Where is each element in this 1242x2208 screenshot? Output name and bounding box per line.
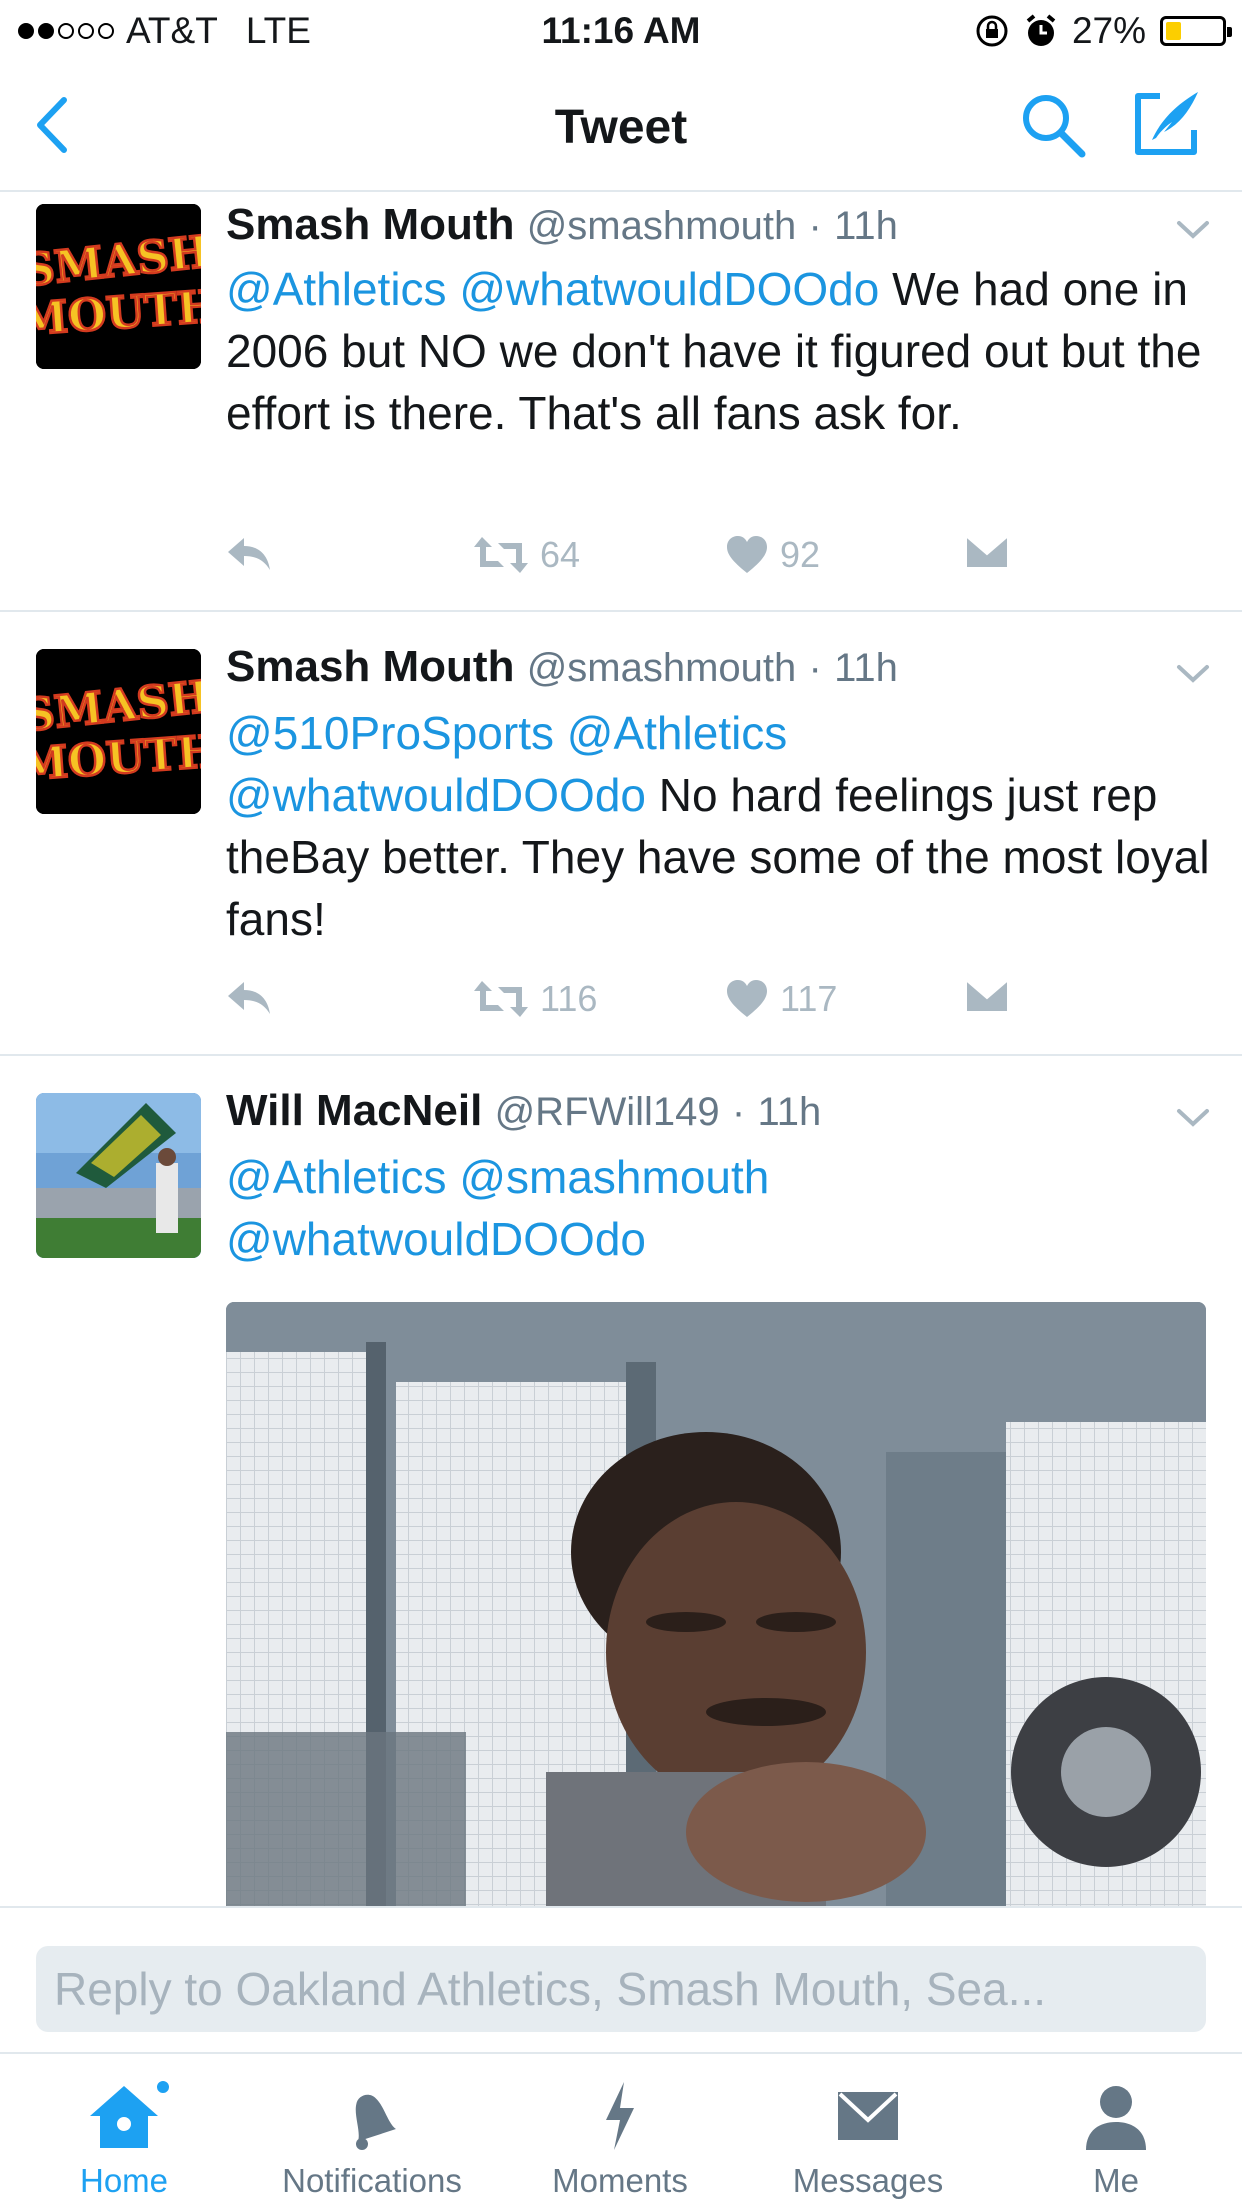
chevron-down-icon[interactable] [1175,218,1211,242]
like-button[interactable]: 92 [726,534,820,576]
battery-level [1166,22,1181,40]
status-bar-right: 27% [974,10,1232,52]
tab-moments[interactable]: Moments [496,2054,744,2208]
avatar[interactable]: SMASH MOUTH [36,204,201,369]
direct-message-button[interactable] [964,534,1010,570]
tweet-text: @Athletics @whatwouldDOOdo We had one in… [226,258,1216,444]
tab-label: Notifications [282,2162,462,2199]
tweet-media-image[interactable] [226,1302,1206,1906]
mention-link[interactable]: @smashmouth [459,1151,769,1203]
author-handle[interactable]: @smashmouth [527,646,797,690]
tab-home[interactable]: Home [0,2054,248,2208]
reply-button[interactable] [226,534,274,574]
mention-link[interactable]: @Athletics [226,263,447,315]
tweet-actions: 116 117 [226,978,1216,1028]
reply-button[interactable] [226,978,274,1018]
tweet-header: Will MacNeil @RFWill149 · 11h [226,1086,821,1136]
tab-notifications[interactable]: Notifications [248,2054,496,2208]
mention-link[interactable]: @whatwouldDOOdo [459,263,879,315]
mention-link[interactable]: @whatwouldDOOdo [226,1213,646,1265]
tab-label: Home [79,2162,169,2199]
new-content-indicator [154,2078,172,2096]
tab-me[interactable]: Me [992,2054,1240,2208]
reply-icon [228,982,270,1014]
separator: · [808,646,822,690]
retweet-count: 64 [540,534,581,575]
stadium-photo [36,1093,201,1258]
person-icon [1086,2086,1146,2150]
author-handle[interactable]: @smashmouth [527,204,797,248]
separator: · [808,204,822,248]
mention-link[interactable]: @whatwouldDOOdo [226,769,646,821]
tab-messages[interactable]: Messages [744,2054,992,2208]
avatar[interactable]: SMASH MOUTH [36,649,201,814]
author-name[interactable]: Will MacNeil [226,1086,482,1135]
tweet-text: @Athletics @smashmouth @whatwouldDOOdo [226,1146,926,1270]
heart-icon [727,980,767,1017]
tweet-actions: 64 92 [226,534,1216,584]
direct-message-button[interactable] [964,978,1010,1014]
reply-input[interactable] [36,1946,1206,2032]
chevron-down-icon[interactable] [1175,662,1211,686]
lightning-icon [606,2082,634,2150]
reply-icon [228,538,270,570]
tab-bar: Home Notifications Moments Messages Me [0,2052,1242,2208]
retweet-icon [474,981,528,1017]
tweet-header: Smash Mouth @smashmouth · 11h [226,642,898,692]
tab-label: Messages [792,2162,944,2199]
retweet-button[interactable]: 64 [472,534,580,576]
author-handle[interactable]: @RFWill149 [495,1090,720,1134]
mention-link[interactable]: @Athletics [567,707,788,759]
navigation-bar: Tweet [0,62,1242,192]
like-button[interactable]: 117 [726,978,837,1020]
home-icon [90,2086,158,2148]
compose-icon[interactable] [1130,86,1204,160]
orientation-lock-icon [976,15,1008,47]
smash-mouth-logo: SMASH MOUTH [36,649,201,814]
search-icon[interactable] [1018,90,1088,160]
author-name[interactable]: Smash Mouth [226,200,514,249]
alarm-icon [1026,14,1056,46]
status-bar: AT&T LTE 11:16 AM 27% [0,0,1242,62]
retweet-button[interactable]: 116 [472,978,597,1020]
separator: · [731,1090,746,1134]
reply-bar [0,1906,1242,2052]
bell-icon [355,2094,396,2150]
retweet-count: 116 [540,978,598,1019]
battery-percent: 27% [1071,10,1146,51]
author-name[interactable]: Smash Mouth [226,642,514,691]
tweet[interactable]: SMASH MOUTH Smash Mouth @smashmouth · 11… [0,192,1242,612]
timestamp: 11h [757,1090,822,1134]
tweet[interactable]: SMASH MOUTH Smash Mouth @smashmouth · 11… [0,612,1242,1056]
envelope-icon [965,535,1009,569]
chevron-down-icon[interactable] [1175,1106,1211,1130]
tweet-header: Smash Mouth @smashmouth · 11h [226,200,898,250]
heart-icon [727,536,767,573]
retweet-icon [474,537,528,573]
timestamp: 11h [834,646,898,690]
tab-label: Me [1093,2162,1139,2199]
mention-link[interactable]: @510ProSports [226,707,554,759]
tab-label: Moments [552,2162,688,2199]
tweet-text: @510ProSports @Athletics @whatwouldDOOdo… [226,702,1216,950]
media-photo [226,1302,1206,1906]
mention-link[interactable]: @Athletics [226,1151,447,1203]
envelope-icon [838,2092,898,2140]
like-count: 92 [780,534,821,575]
like-count: 117 [780,978,838,1019]
timestamp: 11h [834,204,898,248]
envelope-icon [965,979,1009,1013]
smash-mouth-logo: SMASH MOUTH [36,204,201,369]
avatar[interactable] [36,1093,201,1258]
battery-icon [1160,16,1232,46]
